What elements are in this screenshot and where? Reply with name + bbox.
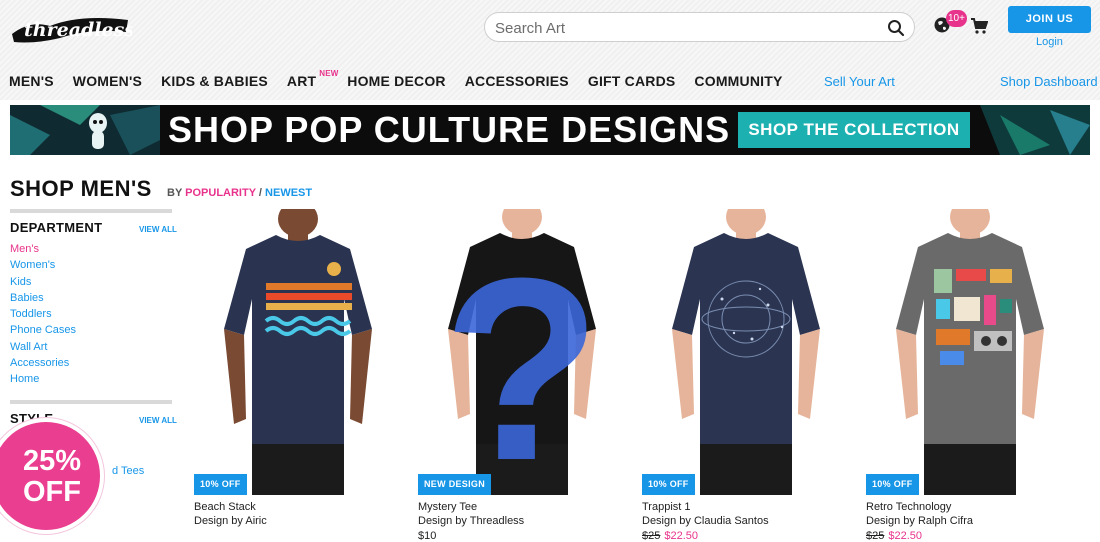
product-title[interactable]: Retro Technology <box>866 500 1074 514</box>
nav-home-decor[interactable]: HOME DECOR <box>347 73 445 91</box>
site-header: threadless 10+ JOIN US Login MEN'S WOMEN… <box>0 0 1100 100</box>
banner-title: SHOP POP CULTURE DESIGNS <box>168 109 731 150</box>
original-price: $25 <box>866 530 885 542</box>
department-list: Men's Women's Kids Babies Toddlers Phone… <box>10 241 76 388</box>
sort-by-label: BY <box>167 187 183 199</box>
product-price: $25 $22.50 <box>642 528 850 542</box>
join-us-button[interactable]: JOIN US <box>1008 6 1091 33</box>
discount-percent: 25% <box>22 445 82 477</box>
sort-separator: / <box>258 187 262 199</box>
product-image[interactable]: 10% OFF <box>194 209 402 495</box>
discount-off: OFF <box>23 476 81 508</box>
department-item-home[interactable]: Home <box>10 371 76 387</box>
department-item-phone-cases[interactable]: Phone Cases <box>10 322 76 338</box>
cart-icon[interactable] <box>970 17 988 35</box>
nav-kids-babies[interactable]: KIDS & BABIES <box>161 73 268 91</box>
sell-your-art-link[interactable]: Sell Your Art <box>824 74 895 89</box>
nav-art-label: ART <box>286 73 317 89</box>
nav-mens[interactable]: MEN'S <box>9 73 54 91</box>
product-price: $25 $22.50 <box>866 528 1074 542</box>
product-card: 10% OFF Retro Technology Design by Ralph… <box>866 209 1074 542</box>
original-price: $25 <box>642 530 661 542</box>
page-title: SHOP MEN'S <box>10 176 152 201</box>
product-card: ? NEW DESIGN Mystery Tee Design by Threa… <box>418 209 626 542</box>
search-bar <box>484 12 915 42</box>
discount-text: 25% OFF <box>14 446 90 508</box>
product-designer[interactable]: Design by Threadless <box>418 514 626 528</box>
product-title[interactable]: Beach Stack <box>194 500 402 514</box>
product-image[interactable]: 10% OFF <box>866 209 1074 495</box>
product-tag: 10% OFF <box>194 474 247 495</box>
department-title: DEPARTMENT <box>10 220 103 235</box>
product-image[interactable]: ? NEW DESIGN <box>418 209 626 495</box>
nav-community[interactable]: COMMUNITY <box>694 73 782 91</box>
tshirt-model-image <box>672 209 820 495</box>
sort-popularity-link[interactable]: POPULARITY <box>185 187 256 199</box>
threadless-logo[interactable]: threadless <box>10 6 132 48</box>
style-view-all-link[interactable]: VIEW ALL <box>139 416 177 425</box>
department-item-kids[interactable]: Kids <box>10 274 76 290</box>
new-badge: NEW <box>319 69 339 78</box>
product-designer[interactable]: Design by Claudia Santos <box>642 514 850 528</box>
product-price: $10 <box>418 530 437 542</box>
style-item[interactable]: d Tees <box>112 465 144 477</box>
department-view-all-link[interactable]: VIEW ALL <box>139 225 177 234</box>
department-item-womens[interactable]: Women's <box>10 257 76 273</box>
tshirt-model-image: ? <box>443 209 602 495</box>
shop-collection-button[interactable]: SHOP THE COLLECTION <box>738 112 970 148</box>
logo-text: threadless <box>24 19 132 41</box>
sort-options: BY POPULARITY / NEWEST <box>167 187 312 199</box>
svg-text:?: ? <box>443 225 602 495</box>
shop-dashboard-link[interactable]: Shop Dashboard <box>1000 74 1098 89</box>
promo-banner[interactable]: SHOP POP CULTURE DESIGNS SHOP THE COLLEC… <box>10 105 1090 155</box>
divider <box>10 400 172 404</box>
tshirt-model-image <box>896 209 1044 495</box>
notification-badge[interactable]: 10+ <box>946 10 967 27</box>
divider <box>10 209 172 213</box>
nav-gift-cards[interactable]: GIFT CARDS <box>588 73 676 91</box>
department-item-wall-art[interactable]: Wall Art <box>10 339 76 355</box>
sale-price: $22.50 <box>664 530 699 542</box>
department-item-accessories[interactable]: Accessories <box>10 355 76 371</box>
search-input[interactable] <box>495 17 875 39</box>
department-item-babies[interactable]: Babies <box>10 290 76 306</box>
product-title[interactable]: Trappist 1 <box>642 500 850 514</box>
product-card: 10% OFF Beach Stack Design by Airic <box>194 209 402 528</box>
department-item-toddlers[interactable]: Toddlers <box>10 306 76 322</box>
product-tag: NEW DESIGN <box>418 474 492 495</box>
nav-accessories[interactable]: ACCESSORIES <box>465 73 569 91</box>
product-image[interactable]: 10% OFF <box>642 209 850 495</box>
product-tag: 10% OFF <box>642 474 695 495</box>
login-link[interactable]: Login <box>1036 36 1063 48</box>
product-designer[interactable]: Design by Ralph Cifra <box>866 514 1074 528</box>
department-item-mens[interactable]: Men's <box>10 241 76 257</box>
search-icon[interactable] <box>886 18 906 38</box>
sale-price: $22.50 <box>888 530 923 542</box>
product-tag: 10% OFF <box>866 474 919 495</box>
nav-womens[interactable]: WOMEN'S <box>73 73 142 91</box>
tshirt-model-image <box>224 209 372 495</box>
product-card: 10% OFF Trappist 1 Design by Claudia San… <box>642 209 850 542</box>
sort-newest-link[interactable]: NEWEST <box>265 187 312 199</box>
product-designer[interactable]: Design by Airic <box>194 514 402 528</box>
nav-art[interactable]: ART NEW <box>286 69 338 91</box>
main-nav: MEN'S WOMEN'S KIDS & BABIES ART NEW HOME … <box>9 69 802 91</box>
discount-badge[interactable]: 25% OFF <box>0 418 104 534</box>
product-title[interactable]: Mystery Tee <box>418 500 626 514</box>
